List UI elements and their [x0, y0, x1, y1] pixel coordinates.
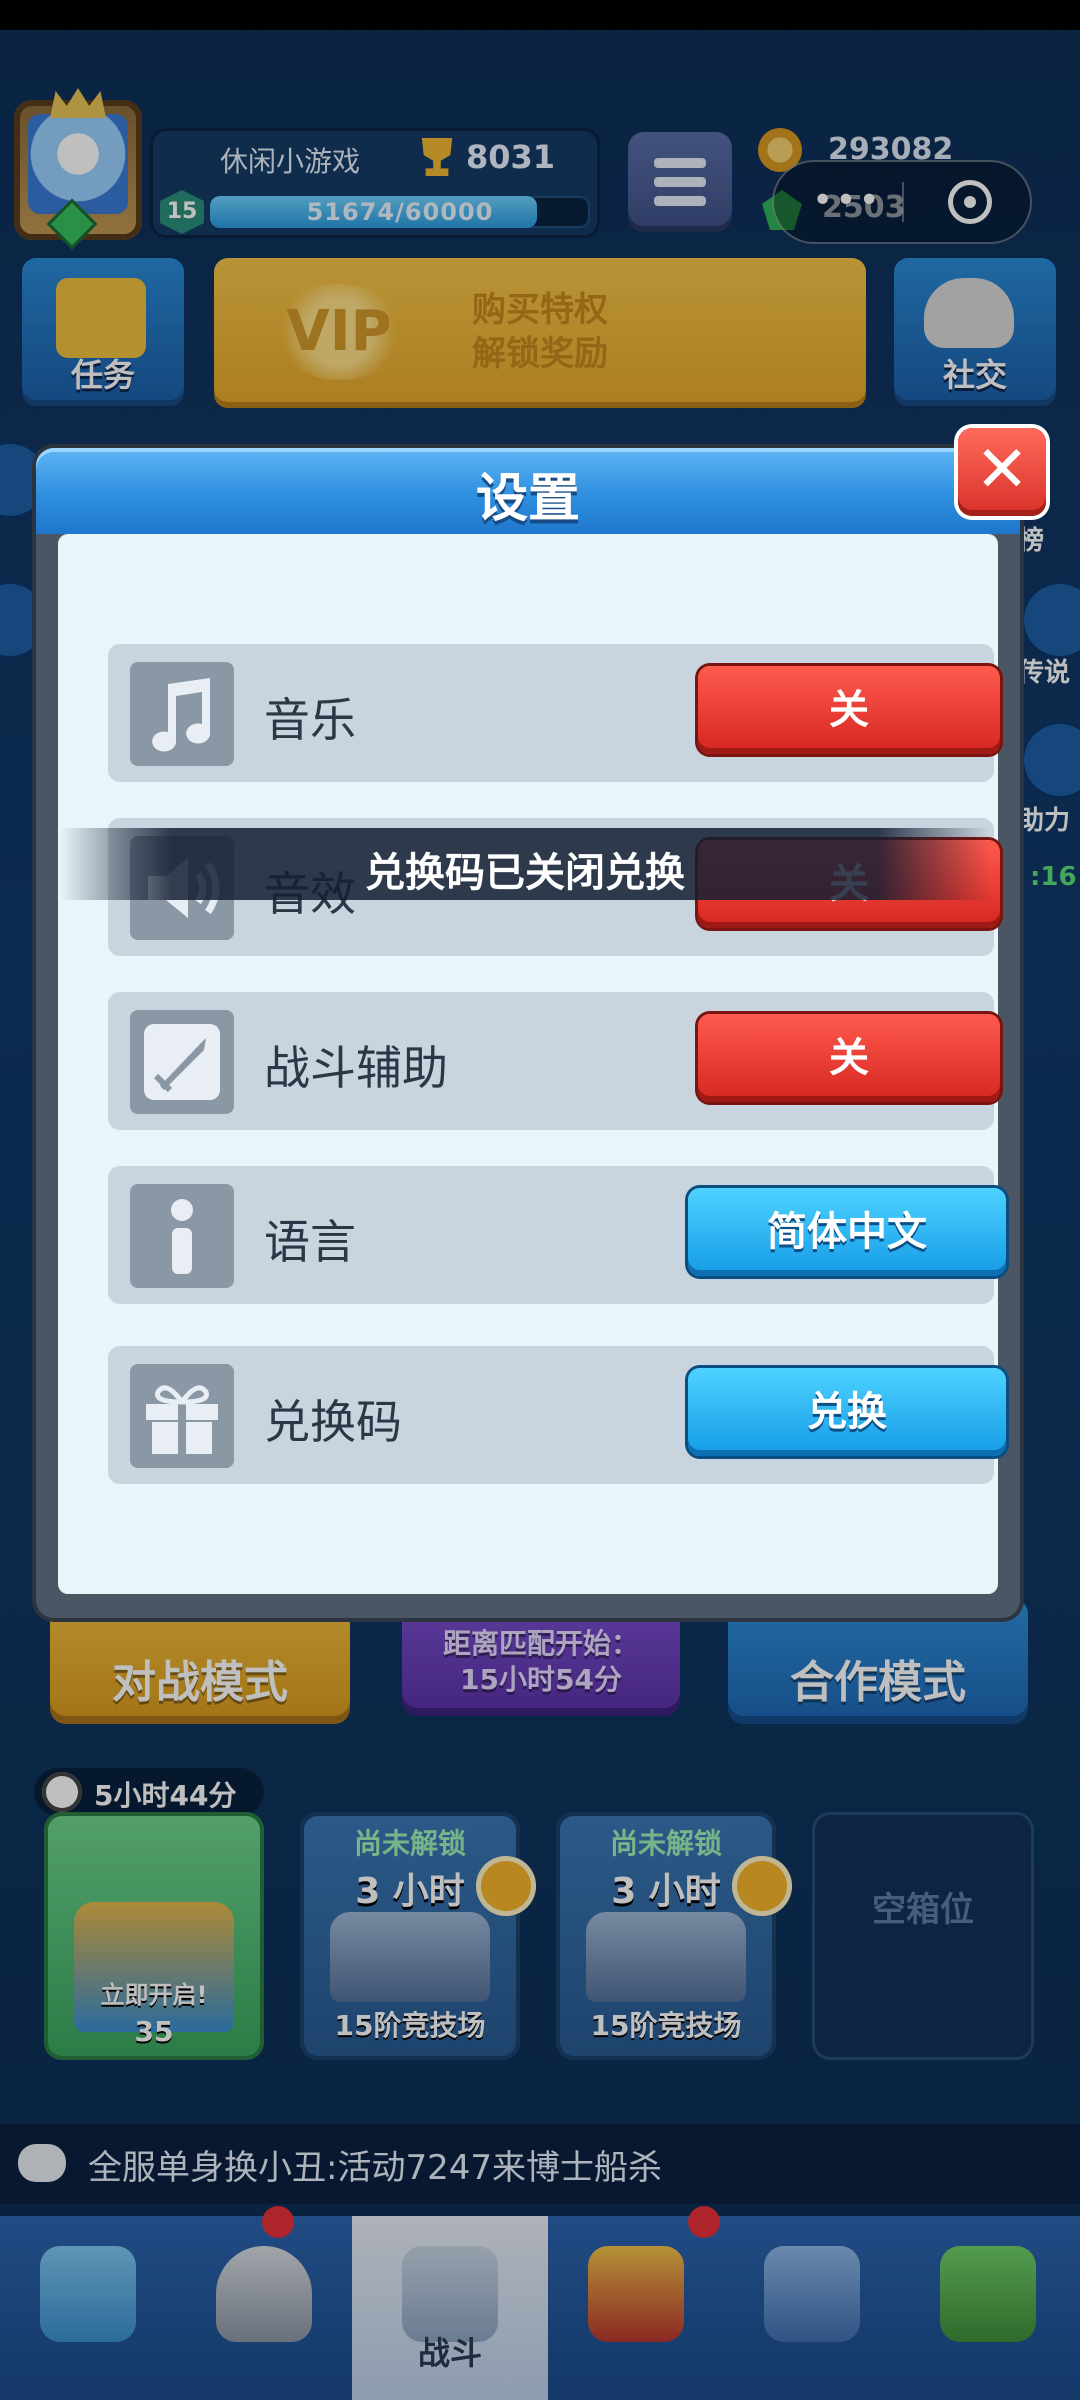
battle-assist-label: 战斗辅助: [264, 1041, 448, 1095]
setting-row-language: 语言 简体中文: [108, 1166, 1006, 1304]
toast-message: 兑换码已关闭兑换: [60, 828, 990, 900]
settings-dialog: 音乐 关 音效 关 战斗辅助 关 语言 简体中文: [36, 448, 1020, 1618]
settings-body: 音乐 关 音效 关 战斗辅助 关 语言 简体中文: [58, 534, 1006, 1594]
setting-row-redeem: 兑换码 兑换: [108, 1346, 1006, 1484]
redeem-button[interactable]: 兑换: [688, 1368, 1006, 1456]
music-label: 音乐: [264, 693, 356, 747]
sword-icon: [130, 1010, 234, 1114]
music-note-icon: [130, 662, 234, 766]
gift-icon: [130, 1364, 234, 1468]
setting-row-music: 音乐 关: [108, 644, 1000, 782]
redeem-label: 兑换码: [264, 1395, 402, 1449]
close-button[interactable]: ✕: [958, 428, 1046, 516]
setting-row-battle-assist: 战斗辅助 关: [108, 992, 1000, 1130]
music-toggle-button[interactable]: 关: [698, 666, 1000, 754]
battle-assist-toggle-button[interactable]: 关: [698, 1014, 1000, 1102]
language-label: 语言: [264, 1215, 356, 1269]
info-icon: [130, 1184, 234, 1288]
settings-header: 设置: [36, 448, 1020, 534]
language-select-button[interactable]: 简体中文: [688, 1188, 1006, 1276]
settings-title: 设置: [475, 469, 580, 529]
toast-text: 兑换码已关闭兑换: [365, 850, 685, 896]
close-icon: ✕: [975, 433, 1029, 507]
